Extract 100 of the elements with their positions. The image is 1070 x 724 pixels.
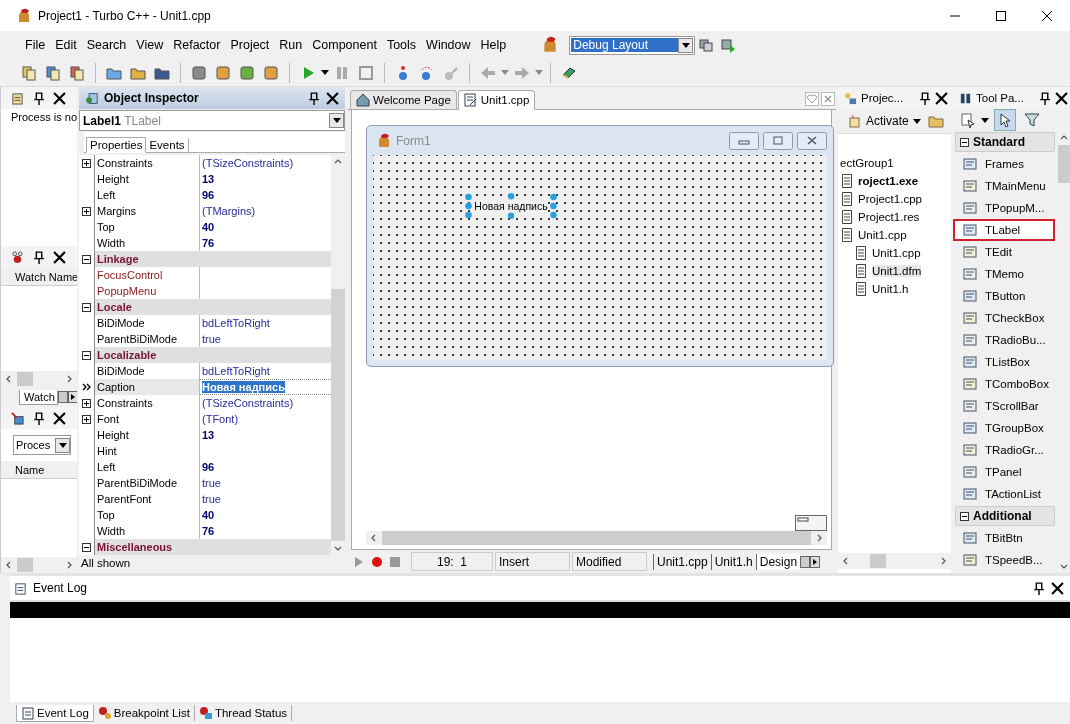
tab[interactable]: Unit1.cpp — [653, 553, 711, 570]
property-value[interactable]: 96 — [202, 189, 215, 201]
menu-item[interactable]: Component — [307, 36, 382, 54]
property-value[interactable]: (TSizeConstraints) — [202, 157, 294, 169]
heart-icon[interactable] — [805, 92, 819, 106]
palette-item[interactable]: TEdit — [985, 246, 1012, 258]
palette-item[interactable]: TSpeedB... — [985, 554, 1043, 566]
property-value[interactable]: 76 — [202, 525, 215, 537]
property-name[interactable]: Width — [95, 237, 199, 249]
palette-item[interactable]: TMemo — [985, 268, 1024, 280]
property-value[interactable]: (TSizeConstraints) — [202, 397, 294, 409]
palette-item[interactable]: TButton — [985, 290, 1026, 302]
property-name[interactable]: Hint — [95, 445, 199, 457]
palette-item[interactable]: TBitBtn — [985, 532, 1023, 544]
tab[interactable]: Thread Status — [194, 705, 293, 721]
tree-item[interactable]: Unit1.dfm — [872, 265, 922, 277]
file-icon[interactable] — [215, 64, 231, 81]
pin-icon[interactable] — [307, 91, 320, 105]
collapse-icon[interactable] — [82, 350, 91, 360]
palette-item[interactable]: TMainMenu — [985, 180, 1046, 192]
menu-item[interactable]: Tools — [381, 36, 422, 54]
property-name[interactable]: Width — [95, 525, 199, 537]
property-name[interactable]: ParentFont — [95, 493, 199, 505]
scrollbar-thumb[interactable] — [870, 554, 886, 568]
file-icon[interactable] — [239, 64, 255, 81]
menu-item[interactable]: View — [131, 36, 169, 54]
scroll-arrows-icon[interactable] — [800, 555, 821, 568]
pin-icon[interactable] — [918, 91, 931, 105]
property-name[interactable]: PopupMenu — [95, 285, 199, 297]
category-name[interactable]: Linkage — [95, 253, 139, 265]
pointer-icon[interactable] — [994, 109, 1016, 131]
pin-icon[interactable] — [32, 91, 45, 105]
menu-item[interactable]: Search — [81, 36, 132, 54]
collapse-icon[interactable] — [960, 511, 969, 521]
menu-item[interactable]: File — [20, 36, 51, 54]
property-value[interactable]: true — [202, 333, 221, 345]
caret-icon[interactable] — [981, 117, 989, 123]
property-name[interactable]: Top — [95, 221, 199, 233]
property-name[interactable]: Caption — [95, 381, 199, 393]
close-icon[interactable] — [53, 250, 66, 264]
tab[interactable]: Events — [146, 138, 189, 152]
layout-dropdown[interactable]: Debug Layout — [569, 35, 696, 55]
horizontal-scrollbar[interactable] — [1, 557, 77, 573]
palette-item[interactable]: TRadioGr... — [985, 444, 1044, 456]
filter-icon[interactable] — [1024, 112, 1040, 128]
palette-item[interactable]: Frames — [985, 158, 1024, 170]
caret-icon[interactable] — [321, 70, 329, 75]
menu-item[interactable]: Project — [225, 36, 275, 54]
property-value[interactable]: true — [202, 477, 221, 489]
property-name[interactable]: Left — [95, 461, 199, 473]
menu-item[interactable]: Edit — [50, 36, 82, 54]
tree-item[interactable]: roject1.exe — [858, 175, 919, 187]
property-value[interactable]: bdLeftToRight — [202, 365, 270, 377]
palette-item[interactable]: TPopupM... — [985, 202, 1045, 214]
label-control[interactable]: Новая надпись — [474, 200, 548, 212]
property-name[interactable]: ParentBiDiMode — [95, 333, 199, 345]
menu-item[interactable]: Refactor — [168, 36, 226, 54]
category-header[interactable]: Additional — [955, 506, 1055, 526]
close-icon[interactable] — [53, 91, 66, 105]
selection-handles-drawing[interactable] — [465, 193, 557, 219]
property-value[interactable]: (TFont) — [202, 413, 239, 425]
property-value[interactable]: 76 — [202, 237, 215, 249]
column-header[interactable]: Watch Name — [1, 268, 77, 286]
tree-item[interactable]: Project1.res — [858, 211, 920, 223]
property-value[interactable]: Новая надпись — [202, 381, 285, 393]
tab[interactable]: Watch — [19, 389, 58, 405]
palette-item[interactable]: TRadioBu... — [985, 334, 1046, 346]
property-name[interactable]: Constraints — [95, 397, 199, 409]
tab[interactable]: Properties — [86, 137, 147, 153]
object-dropdown[interactable]: Label1 TLabel — [79, 110, 345, 131]
tab[interactable]: Design — [755, 553, 801, 570]
property-name[interactable]: FocusControl — [95, 269, 199, 281]
pin-icon[interactable] — [1038, 91, 1051, 105]
folder-icon[interactable] — [927, 113, 944, 129]
property-name[interactable]: Constraints — [95, 157, 199, 169]
palette-item[interactable]: TScrollBar — [985, 400, 1039, 412]
property-value[interactable]: 13 — [202, 173, 215, 185]
palette-item[interactable]: TComboBox — [985, 378, 1049, 390]
process-dropdown[interactable]: Proces — [13, 435, 71, 455]
menu-item[interactable]: Help — [475, 36, 512, 54]
expand-icon[interactable] — [82, 414, 91, 424]
property-name[interactable]: Margins — [95, 205, 199, 217]
tree-item[interactable]: Unit1.cpp — [872, 247, 921, 259]
pin-icon[interactable] — [32, 250, 45, 264]
menu-component-icon[interactable] — [960, 112, 976, 128]
file-icon[interactable] — [191, 64, 207, 81]
tab[interactable]: Welcome Page — [350, 90, 457, 109]
column-header[interactable]: Name — [1, 461, 77, 479]
category-name[interactable]: Localizable — [95, 349, 157, 361]
property-name[interactable]: Font — [95, 413, 199, 425]
tab[interactable]: Event Log — [16, 704, 94, 722]
close-icon[interactable] — [1055, 91, 1068, 105]
menu-item[interactable]: Run — [274, 36, 308, 54]
property-value[interactable]: 13 — [202, 429, 215, 441]
property-value[interactable]: 40 — [202, 221, 215, 233]
document-icon[interactable] — [45, 64, 61, 81]
tab[interactable]: Unit1.cpp — [457, 90, 536, 110]
step-icon[interactable] — [419, 64, 435, 81]
collapse-icon[interactable] — [960, 137, 969, 147]
palette-item[interactable]: TListBox — [985, 356, 1030, 368]
